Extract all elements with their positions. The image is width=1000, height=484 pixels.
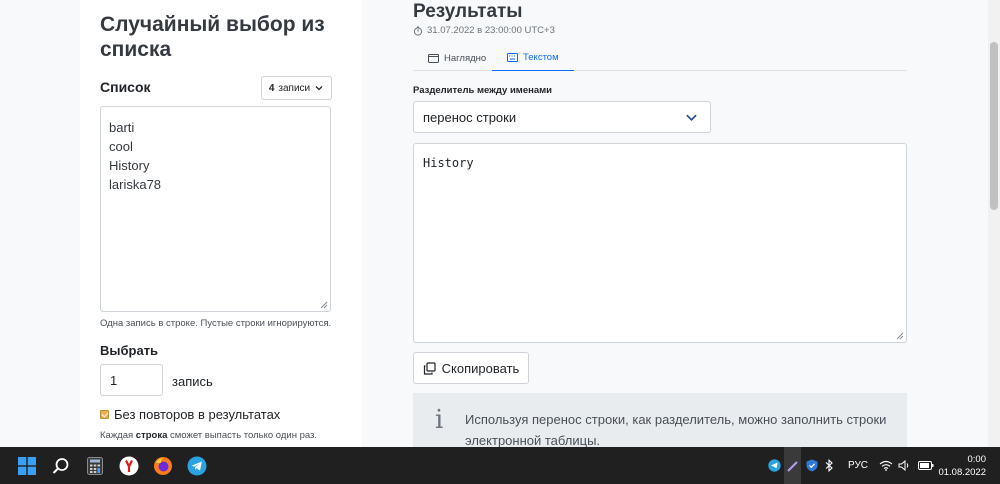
- timestamp-text: 31.07.2022 в 23:00:00 UTC+3: [427, 25, 555, 36]
- wifi-icon[interactable]: [879, 447, 893, 484]
- picker-title: Случайный выбор из списка: [100, 13, 325, 61]
- info-alert: i Используя перенос строки, как разделит…: [413, 393, 907, 447]
- defender-tray-icon[interactable]: [806, 447, 818, 484]
- list-help-text: Одна запись в строке. Пустые строки игно…: [100, 318, 332, 329]
- telegram-icon[interactable]: [186, 455, 208, 477]
- keyboard-icon: [507, 53, 518, 62]
- tab-text[interactable]: Текстом: [492, 45, 574, 71]
- separator-select[interactable]: перенос строки: [413, 101, 711, 133]
- list-item: lariska78: [109, 177, 162, 192]
- help-text-part: сможет выпасть только один раз.: [167, 430, 318, 441]
- random-picker-card: Случайный выбор из списка Список 4 запис…: [80, 0, 362, 447]
- choose-unit-label: запись: [172, 374, 213, 389]
- copy-button[interactable]: Скопировать: [413, 352, 529, 384]
- separator-value: перенос строки: [423, 110, 517, 125]
- list-item: cool: [109, 139, 133, 154]
- info-text: Используя перенос строки, как разделител…: [465, 412, 887, 447]
- no-repeats-checkbox[interactable]: [100, 410, 109, 419]
- records-word: записи: [278, 82, 311, 94]
- list-item: barti: [109, 120, 135, 135]
- result-output-text: History: [423, 156, 474, 170]
- page-scrollbar[interactable]: [988, 0, 1000, 447]
- clock-time: 0:00: [967, 454, 987, 465]
- help-text-bold: строка: [135, 430, 168, 441]
- copy-icon: [423, 361, 436, 375]
- yandex-browser-icon[interactable]: [118, 455, 140, 477]
- results-timestamp: 31.07.2022 в 23:00:00 UTC+3: [413, 25, 555, 36]
- result-output-textarea[interactable]: History: [413, 143, 907, 343]
- stopwatch-icon: [413, 26, 423, 36]
- separator-label: Разделитель между именами: [413, 85, 553, 96]
- results-title: Результаты: [413, 1, 523, 22]
- language-indicator[interactable]: РУС: [848, 447, 868, 484]
- list-label: Список: [100, 79, 151, 95]
- help-text-part: Каждая: [100, 430, 136, 441]
- choose-count-input[interactable]: 1: [100, 364, 163, 396]
- choose-label: Выбрать: [100, 343, 159, 358]
- windows-taskbar: РУС 0:00 01.08.2022: [0, 447, 1000, 484]
- clock-date: 01.08.2022: [938, 467, 986, 478]
- windows-start-icon[interactable]: [16, 455, 38, 477]
- info-icon: i: [435, 405, 444, 435]
- search-icon[interactable]: [50, 455, 72, 477]
- window-icon: [428, 53, 439, 63]
- firefox-icon[interactable]: [152, 455, 174, 477]
- no-repeats-help: Каждая строка сможет выпасть только один…: [100, 429, 340, 443]
- copy-label: Скопировать: [441, 360, 520, 376]
- list-item: History: [109, 158, 150, 173]
- no-repeats-option[interactable]: Без повторов в результатах: [100, 407, 280, 422]
- battery-icon[interactable]: [918, 447, 934, 484]
- resize-grip-icon[interactable]: [320, 301, 328, 309]
- tab-visual[interactable]: Наглядно: [413, 45, 501, 71]
- records-count: 4: [268, 82, 275, 94]
- list-textarea[interactable]: barti cool History lariska78: [100, 106, 331, 312]
- system-clock[interactable]: 0:00 01.08.2022: [938, 453, 986, 479]
- records-count-dropdown[interactable]: 4 записи: [261, 76, 332, 100]
- no-repeats-label: Без повторов в результатах: [114, 407, 281, 422]
- volume-icon[interactable]: [898, 447, 911, 484]
- results-tabs: Наглядно Текстом: [413, 45, 907, 71]
- tab-label: Текстом: [523, 52, 559, 63]
- pen-tray-icon[interactable]: [784, 447, 801, 484]
- chevron-down-icon: [315, 86, 323, 91]
- resize-grip-icon[interactable]: [896, 332, 904, 340]
- scrollbar-thumb[interactable]: [990, 42, 998, 210]
- bluetooth-icon[interactable]: [824, 447, 834, 484]
- calculator-icon[interactable]: [84, 455, 106, 477]
- tab-label: Наглядно: [444, 52, 487, 64]
- chevron-down-icon: [686, 114, 697, 122]
- telegram-tray-icon[interactable]: [768, 447, 781, 484]
